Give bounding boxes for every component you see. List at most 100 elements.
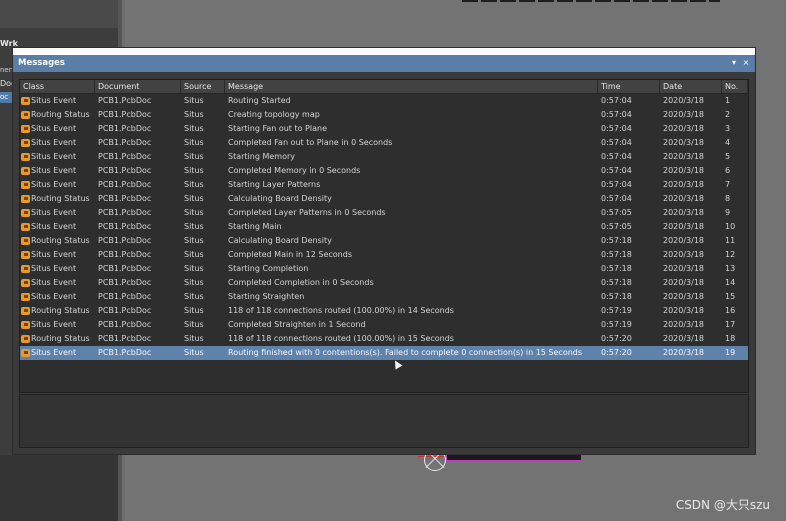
table-row[interactable]: Situs Event PCB1.PcbDoc Situs Completed Lay… [20,206,748,220]
situs-event-icon [21,321,30,329]
messages-list[interactable]: Class Document Source Message Time Date … [19,79,749,393]
situs-event-icon [21,195,30,203]
cell-time: 0:57:04 [601,194,632,203]
messages-panel: Messages ▾ × Class Document Source Messa… [12,47,756,455]
table-row[interactable]: Situs Event PCB1.PcbDoc Situs Completed Com… [20,276,748,290]
cell-no: 7 [725,180,731,189]
messages-titlebar[interactable]: Messages ▾ × [13,55,755,72]
cell-class: Routing Status [20,192,95,206]
table-row[interactable]: Situs Event PCB1.PcbDoc Situs Completed Fan… [20,136,748,150]
table-row[interactable]: Routing Status PCB1.PcbDoc Situs Creating t… [20,108,748,122]
toolbar-strip [462,0,720,2]
column-header-time[interactable]: Time [598,80,660,93]
cell-class-label: Routing Status [31,236,90,245]
table-row[interactable]: Routing Status PCB1.PcbDoc Situs 118 of 118… [20,304,748,318]
cell-message: Calculating Board Density [228,194,332,203]
cell-time: 0:57:04 [601,180,632,189]
cell-no: 10 [725,222,736,231]
cell-time: 0:57:05 [601,208,632,217]
table-row[interactable]: Situs Event PCB1.PcbDoc Situs Completed Str… [20,318,748,332]
table-row[interactable]: Routing Status PCB1.PcbDoc Situs Calculatin… [20,234,748,248]
cell-class: Routing Status [20,234,95,248]
cell-no: 17 [725,320,736,329]
table-row[interactable]: Situs Event PCB1.PcbDoc Situs Starting Stra… [20,290,748,304]
cell-message: Completed Memory in 0 Seconds [228,166,361,175]
cell-no: 9 [725,208,731,217]
cell-message: Starting Fan out to Plane [228,124,327,133]
table-row[interactable]: Situs Event PCB1.PcbDoc Situs Completed Mem… [20,164,748,178]
cell-class: Situs Event [20,136,95,150]
cell-document: PCB1.PcbDoc [98,348,152,357]
watermark: CSDN @大只szu [675,498,770,512]
message-detail-pane [19,394,749,448]
panel-menu-icon[interactable]: ▾ [729,57,739,69]
cell-time: 0:57:04 [601,166,632,175]
cell-class: Situs Event [20,276,95,290]
cell-time: 0:57:19 [601,320,632,329]
cell-document: PCB1.PcbDoc [98,152,152,161]
cell-no: 16 [725,306,736,315]
cell-date: 2020/3/18 [663,334,705,343]
situs-event-icon [21,349,30,357]
situs-event-icon [21,265,30,273]
cell-document: PCB1.PcbDoc [98,236,152,245]
column-header-class[interactable]: Class [20,80,95,93]
cell-source: Situs [184,278,204,287]
table-row[interactable]: Situs Event PCB1.PcbDoc Situs Starting Main… [20,220,748,234]
table-row[interactable]: Situs Event PCB1.PcbDoc Situs Completed Mai… [20,248,748,262]
cell-class: Situs Event [20,346,95,360]
cell-message: 118 of 118 connections routed (100.00%) … [228,334,454,343]
table-row[interactable]: Situs Event PCB1.PcbDoc Situs Starting Comp… [20,262,748,276]
cell-time: 0:57:04 [601,110,632,119]
situs-event-icon [21,293,30,301]
cell-date: 2020/3/18 [663,306,705,315]
column-header-message[interactable]: Message [225,80,598,93]
cell-message: Completed Fan out to Plane in 0 Seconds [228,138,393,147]
cell-date: 2020/3/18 [663,236,705,245]
situs-event-icon [21,209,30,217]
cell-class: Situs Event [20,94,95,108]
table-row[interactable]: Routing Status PCB1.PcbDoc Situs 118 of 118… [20,332,748,346]
cell-class: Situs Event [20,220,95,234]
table-row[interactable]: Situs Event PCB1.PcbDoc Situs Routing Start… [20,94,748,108]
table-row[interactable]: Situs Event PCB1.PcbDoc Situs Starting Fan … [20,122,748,136]
cell-date: 2020/3/18 [663,110,705,119]
cell-message: Routing Started [228,96,291,105]
cell-date: 2020/3/18 [663,278,705,287]
cell-date: 2020/3/18 [663,152,705,161]
table-row[interactable]: Situs Event PCB1.PcbDoc Situs Starting Laye… [20,178,748,192]
cell-source: Situs [184,222,204,231]
table-row-selected[interactable]: Situs Event PCB1.PcbDoc Situs Routing finis… [20,346,748,360]
cell-class-label: Routing Status [31,306,90,315]
table-row[interactable]: Routing Status PCB1.PcbDoc Situs Calculatin… [20,192,748,206]
cell-message: Creating topology map [228,110,320,119]
close-icon[interactable]: × [741,57,751,69]
situs-event-icon [21,335,30,343]
cell-message: Starting Memory [228,152,295,161]
cell-class-label: Situs Event [31,320,77,329]
panel-top-edge [13,48,755,55]
table-row[interactable]: Situs Event PCB1.PcbDoc Situs Starting Memo… [20,150,748,164]
cell-document: PCB1.PcbDoc [98,110,152,119]
situs-event-icon [21,223,30,231]
cell-source: Situs [184,166,204,175]
cell-no: 2 [725,110,731,119]
column-header-document[interactable]: Document [95,80,181,93]
cell-source: Situs [184,96,204,105]
cell-class-label: Routing Status [31,334,90,343]
cell-time: 0:57:04 [601,96,632,105]
column-header-source[interactable]: Source [181,80,225,93]
message-rows: Situs Event PCB1.PcbDoc Situs Routing Start… [20,94,748,360]
column-header-no[interactable]: No. [722,80,748,93]
cell-document: PCB1.PcbDoc [98,292,152,301]
cell-message: Starting Main [228,222,282,231]
situs-event-icon [21,125,30,133]
cell-source: Situs [184,152,204,161]
cell-time: 0:57:05 [601,222,632,231]
situs-event-icon [21,279,30,287]
cell-message: Starting Completion [228,264,309,273]
workspace-selected-item[interactable]: oc [0,92,12,103]
cell-document: PCB1.PcbDoc [98,166,152,175]
cell-document: PCB1.PcbDoc [98,138,152,147]
column-header-date[interactable]: Date [660,80,722,93]
